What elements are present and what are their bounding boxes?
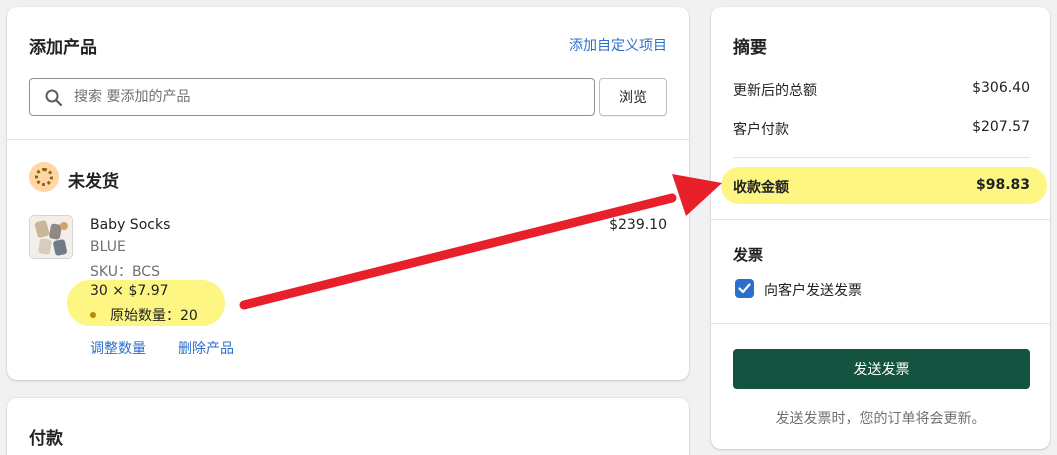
- unfulfilled-status-icon: [29, 162, 59, 192]
- summary-row-updated-total: 更新后的总额 $306.40: [733, 80, 1030, 100]
- add-products-card: 添加产品 添加自定义项目 浏览 未发货 Baby Socks BLUE SKU：…: [7, 7, 689, 380]
- quantity-price: 30 × $7.97: [90, 283, 169, 299]
- summary-card: 摘要 更新后的总额 $306.40 客户付款 $207.57 收款金额 $98.…: [711, 7, 1050, 449]
- bullet-icon: [90, 312, 96, 318]
- product-name: Baby Socks: [90, 217, 171, 233]
- summary-row-value: $306.40: [972, 80, 1030, 96]
- send-invoice-note: 发送发票时，您的订单将会更新。: [775, 411, 986, 427]
- fulfillment-status-label: 未发货: [68, 172, 119, 192]
- summary-row-customer-paid: 客户付款 $207.57: [733, 119, 1030, 139]
- send-invoice-checkbox[interactable]: [735, 279, 754, 298]
- product-thumbnail: [29, 215, 73, 259]
- product-search-field[interactable]: [29, 78, 595, 116]
- original-quantity: 原始数量：20: [90, 305, 198, 325]
- product-variant: BLUE: [90, 239, 126, 255]
- add-products-title: 添加产品: [29, 38, 97, 58]
- summary-row-amount-due: 收款金额 $98.83: [733, 177, 1030, 197]
- original-quantity-text: 原始数量：20: [110, 308, 198, 324]
- summary-row-label: 客户付款: [733, 122, 789, 138]
- divider: [711, 219, 1050, 220]
- product-sku: SKU：BCS: [90, 264, 160, 280]
- browse-button[interactable]: 浏览: [599, 78, 667, 116]
- line-item-total: $239.10: [609, 217, 667, 233]
- payment-card: 付款: [7, 398, 689, 455]
- summary-row-value: $207.57: [972, 119, 1030, 135]
- send-invoice-label[interactable]: 向客户发送发票: [764, 280, 862, 300]
- adjust-quantity-link[interactable]: 调整数量: [90, 338, 146, 358]
- add-custom-item-link[interactable]: 添加自定义项目: [569, 35, 667, 55]
- divider: [733, 157, 1030, 158]
- send-invoice-button[interactable]: 发送发票: [733, 349, 1030, 389]
- divider: [711, 323, 1050, 324]
- product-search-input[interactable]: [74, 85, 574, 109]
- remove-product-link[interactable]: 删除产品: [178, 338, 234, 358]
- divider: [7, 139, 689, 140]
- summary-row-label: 更新后的总额: [733, 83, 817, 99]
- amount-due-value: $98.83: [975, 177, 1030, 193]
- payment-title: 付款: [29, 429, 63, 449]
- amount-due-label: 收款金额: [733, 180, 789, 196]
- checkmark-icon: [738, 283, 751, 294]
- summary-title: 摘要: [733, 38, 767, 58]
- search-icon: [45, 89, 63, 107]
- invoice-title: 发票: [733, 246, 764, 264]
